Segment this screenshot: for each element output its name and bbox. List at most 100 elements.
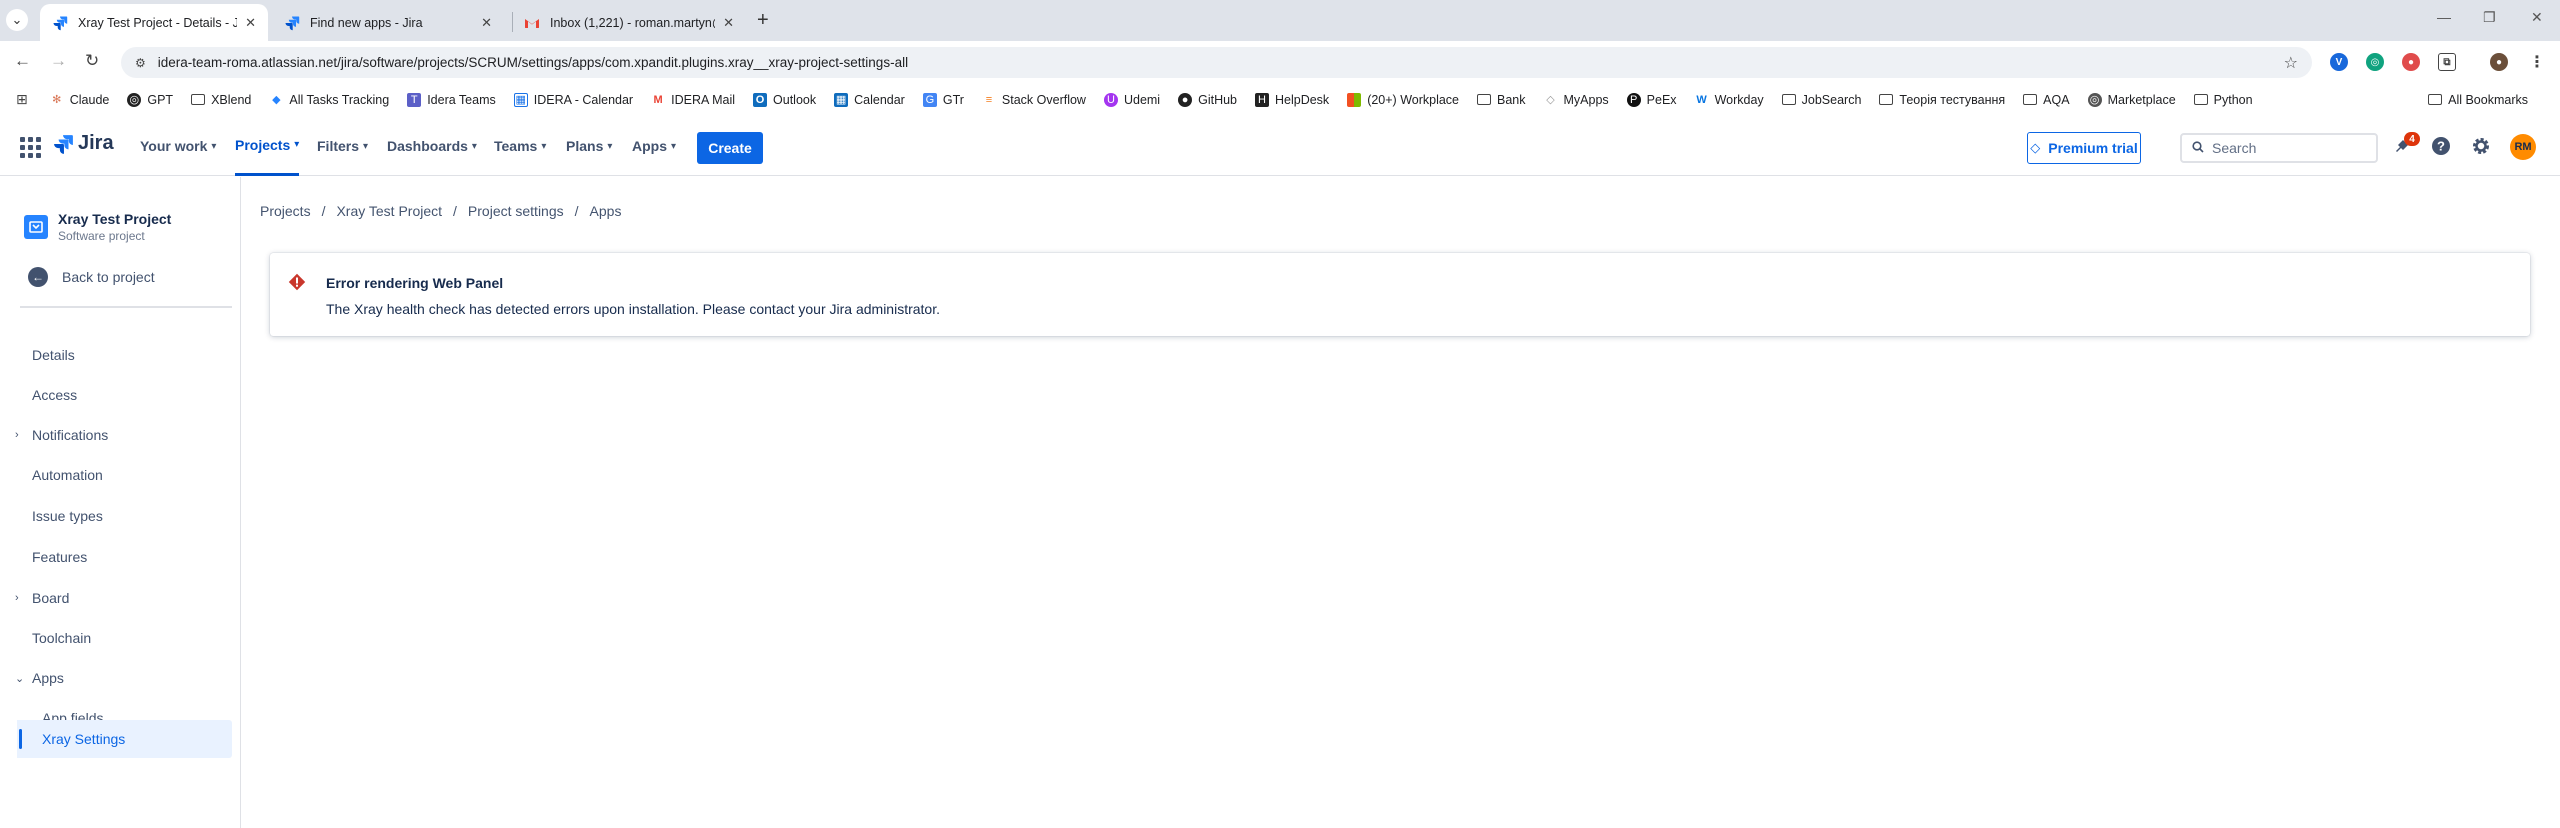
chevron-right-icon: ›	[15, 429, 19, 441]
sidebar-item-toolchain[interactable]: Toolchain	[0, 619, 232, 657]
breadcrumb-project-settings[interactable]: Project settings	[468, 203, 564, 219]
back-arrow-icon[interactable]: ←	[14, 51, 31, 71]
sidebar-item-access[interactable]: Access	[0, 376, 232, 414]
tab-xray-details[interactable]: Xray Test Project - Details - Jira ✕	[40, 4, 268, 41]
browser-menu-icon[interactable]: ⋮	[2528, 53, 2546, 71]
close-icon[interactable]: ✕	[723, 15, 734, 31]
bookmark-idera-calendar[interactable]: ▦ IDERA - Calendar	[513, 92, 633, 107]
bookmark-calendar[interactable]: ▦ Calendar	[834, 92, 905, 107]
new-tab-button[interactable]: +	[757, 9, 769, 32]
close-icon[interactable]: ✕	[245, 15, 256, 31]
extension-red-icon[interactable]: ●	[2402, 53, 2420, 71]
breadcrumb: Projects / Xray Test Project / Project s…	[260, 203, 621, 219]
bookmark-jobsearch[interactable]: JobSearch	[1781, 93, 1861, 107]
create-button[interactable]: Create	[697, 132, 763, 164]
bookmark-star-icon[interactable]: ☆	[2284, 53, 2298, 73]
back-to-project-link[interactable]: ← Back to project	[28, 267, 155, 287]
bookmark-workplace[interactable]: (20+) Workplace	[1347, 92, 1459, 107]
notification-badge: 4	[2404, 132, 2420, 146]
nav-plans[interactable]: Plans ▾	[566, 116, 612, 176]
extensions-puzzle-icon[interactable]: ⧉	[2438, 53, 2456, 71]
bookmark-helpdesk[interactable]: H HelpDesk	[1255, 92, 1329, 107]
minimize-icon[interactable]: —	[2437, 9, 2451, 25]
folder-icon	[1477, 94, 1492, 105]
extension-gpt-icon[interactable]: ◎	[2366, 53, 2384, 71]
bookmark-testing-theory[interactable]: Теорія тестування	[1879, 93, 2005, 107]
sidebar-item-automation[interactable]: Automation	[0, 456, 232, 494]
app-switcher-icon[interactable]	[20, 137, 41, 158]
sidebar-item-apps[interactable]: ⌄ Apps	[0, 659, 232, 697]
bookmark-peex[interactable]: P PeEx	[1626, 92, 1677, 107]
tab-search-button[interactable]: ⌄	[6, 9, 28, 31]
apps-grid-icon[interactable]: ⊞	[16, 91, 28, 108]
bookmark-gpt[interactable]: ◎ GPT	[127, 92, 173, 107]
chevron-down-icon: ▾	[471, 140, 477, 152]
forward-arrow-icon[interactable]: →	[50, 51, 67, 71]
url-text[interactable]: idera-team-roma.atlassian.net/jira/softw…	[158, 55, 908, 70]
nav-your-work[interactable]: Your work ▾	[140, 116, 216, 176]
nav-teams[interactable]: Teams ▾	[494, 116, 546, 176]
search-input[interactable]: Search	[2180, 133, 2378, 163]
extension-v-icon[interactable]: V	[2330, 53, 2348, 71]
reload-icon[interactable]: ↻	[85, 51, 99, 71]
sidebar-item-features[interactable]: Features	[0, 538, 232, 576]
window-close-icon[interactable]: ✕	[2531, 9, 2543, 26]
breadcrumb-separator: /	[574, 203, 579, 219]
udemy-icon: U	[1103, 92, 1118, 107]
bookmark-workday[interactable]: W Workday	[1695, 93, 1763, 107]
nav-apps[interactable]: Apps ▾	[632, 116, 676, 176]
bookmark-python[interactable]: Python	[2193, 93, 2253, 107]
error-message: The Xray health check has detected error…	[326, 301, 940, 317]
bookmark-bank[interactable]: Bank	[1477, 93, 1526, 107]
address-bar[interactable]: ⚙ idera-team-roma.atlassian.net/jira/sof…	[121, 47, 2312, 78]
sidebar-item-board[interactable]: › Board	[0, 579, 232, 617]
chevron-down-icon: ▾	[363, 140, 369, 152]
bookmark-myapps[interactable]: ◇ MyApps	[1544, 93, 1608, 107]
stackoverflow-icon: ≡	[985, 93, 993, 106]
help-icon[interactable]: ?	[2430, 135, 2452, 157]
sidebar-item-notifications[interactable]: › Notifications	[0, 416, 232, 454]
bookmark-github[interactable]: ● GitHub	[1178, 92, 1237, 107]
breadcrumb-projects[interactable]: Projects	[260, 203, 311, 219]
premium-trial-button[interactable]: ◇ Premium trial	[2027, 132, 2141, 164]
bookmark-aqa[interactable]: AQA	[2023, 93, 2070, 107]
bookmark-idera-mail[interactable]: M IDERA Mail	[651, 93, 736, 107]
svg-text:?: ?	[2437, 139, 2445, 154]
chevron-down-icon: ▾	[607, 140, 613, 152]
jira-logo[interactable]: Jira	[52, 132, 114, 155]
sidebar-divider	[20, 306, 232, 308]
folder-icon	[1781, 94, 1796, 105]
sidebar-item-xray-settings[interactable]: Xray Settings	[17, 720, 232, 758]
restore-icon[interactable]: ❐	[2483, 9, 2496, 26]
nav-dashboards[interactable]: Dashboards ▾	[387, 116, 477, 176]
calendar-icon: ▦	[513, 92, 528, 107]
nav-filters[interactable]: Filters ▾	[317, 116, 368, 176]
breadcrumb-project[interactable]: Xray Test Project	[336, 203, 442, 219]
avatar[interactable]: RM	[2510, 134, 2536, 160]
jira-top-nav: Jira Your work ▾ Projects ▾ Filters ▾ Dashb…	[0, 116, 2560, 176]
close-icon[interactable]: ✕	[481, 15, 492, 31]
bookmark-outlook[interactable]: O Outlook	[753, 92, 816, 107]
bookmark-udemi[interactable]: U Udemi	[1103, 92, 1160, 107]
sidebar-item-details[interactable]: Details	[0, 336, 232, 374]
sidebar-item-issue-types[interactable]: Issue types	[0, 497, 232, 535]
settings-gear-icon[interactable]	[2470, 135, 2492, 157]
tab-title: Inbox (1,221) - roman.martyn@	[550, 15, 716, 30]
project-header[interactable]: Xray Test Project Software project	[24, 211, 171, 243]
bookmark-claude[interactable]: ✻ Claude	[50, 93, 109, 107]
bookmark-marketplace[interactable]: ◎ Marketplace	[2087, 92, 2176, 107]
all-bookmarks[interactable]: All Bookmarks	[2428, 93, 2528, 107]
profile-avatar-icon[interactable]: ●	[2490, 53, 2508, 71]
bookmark-gtr[interactable]: G GTr	[922, 92, 964, 107]
site-info-icon[interactable]: ⚙	[135, 56, 146, 70]
tab-inbox[interactable]: Inbox (1,221) - roman.martyn@ ✕	[512, 4, 746, 41]
bookmark-idera-teams[interactable]: T Idera Teams	[407, 92, 496, 107]
tab-find-apps[interactable]: Find new apps - Jira ✕	[272, 4, 504, 41]
breadcrumb-apps[interactable]: Apps	[590, 203, 622, 219]
bookmark-all-tasks[interactable]: ◆ All Tasks Tracking	[269, 93, 389, 107]
bookmark-xblend[interactable]: XBlend	[191, 93, 251, 107]
folder-icon	[2193, 94, 2208, 105]
nav-projects[interactable]: Projects ▾	[235, 116, 300, 176]
folder-icon	[2428, 94, 2443, 105]
bookmark-stackoverflow[interactable]: ≡ Stack Overflow	[982, 93, 1086, 107]
